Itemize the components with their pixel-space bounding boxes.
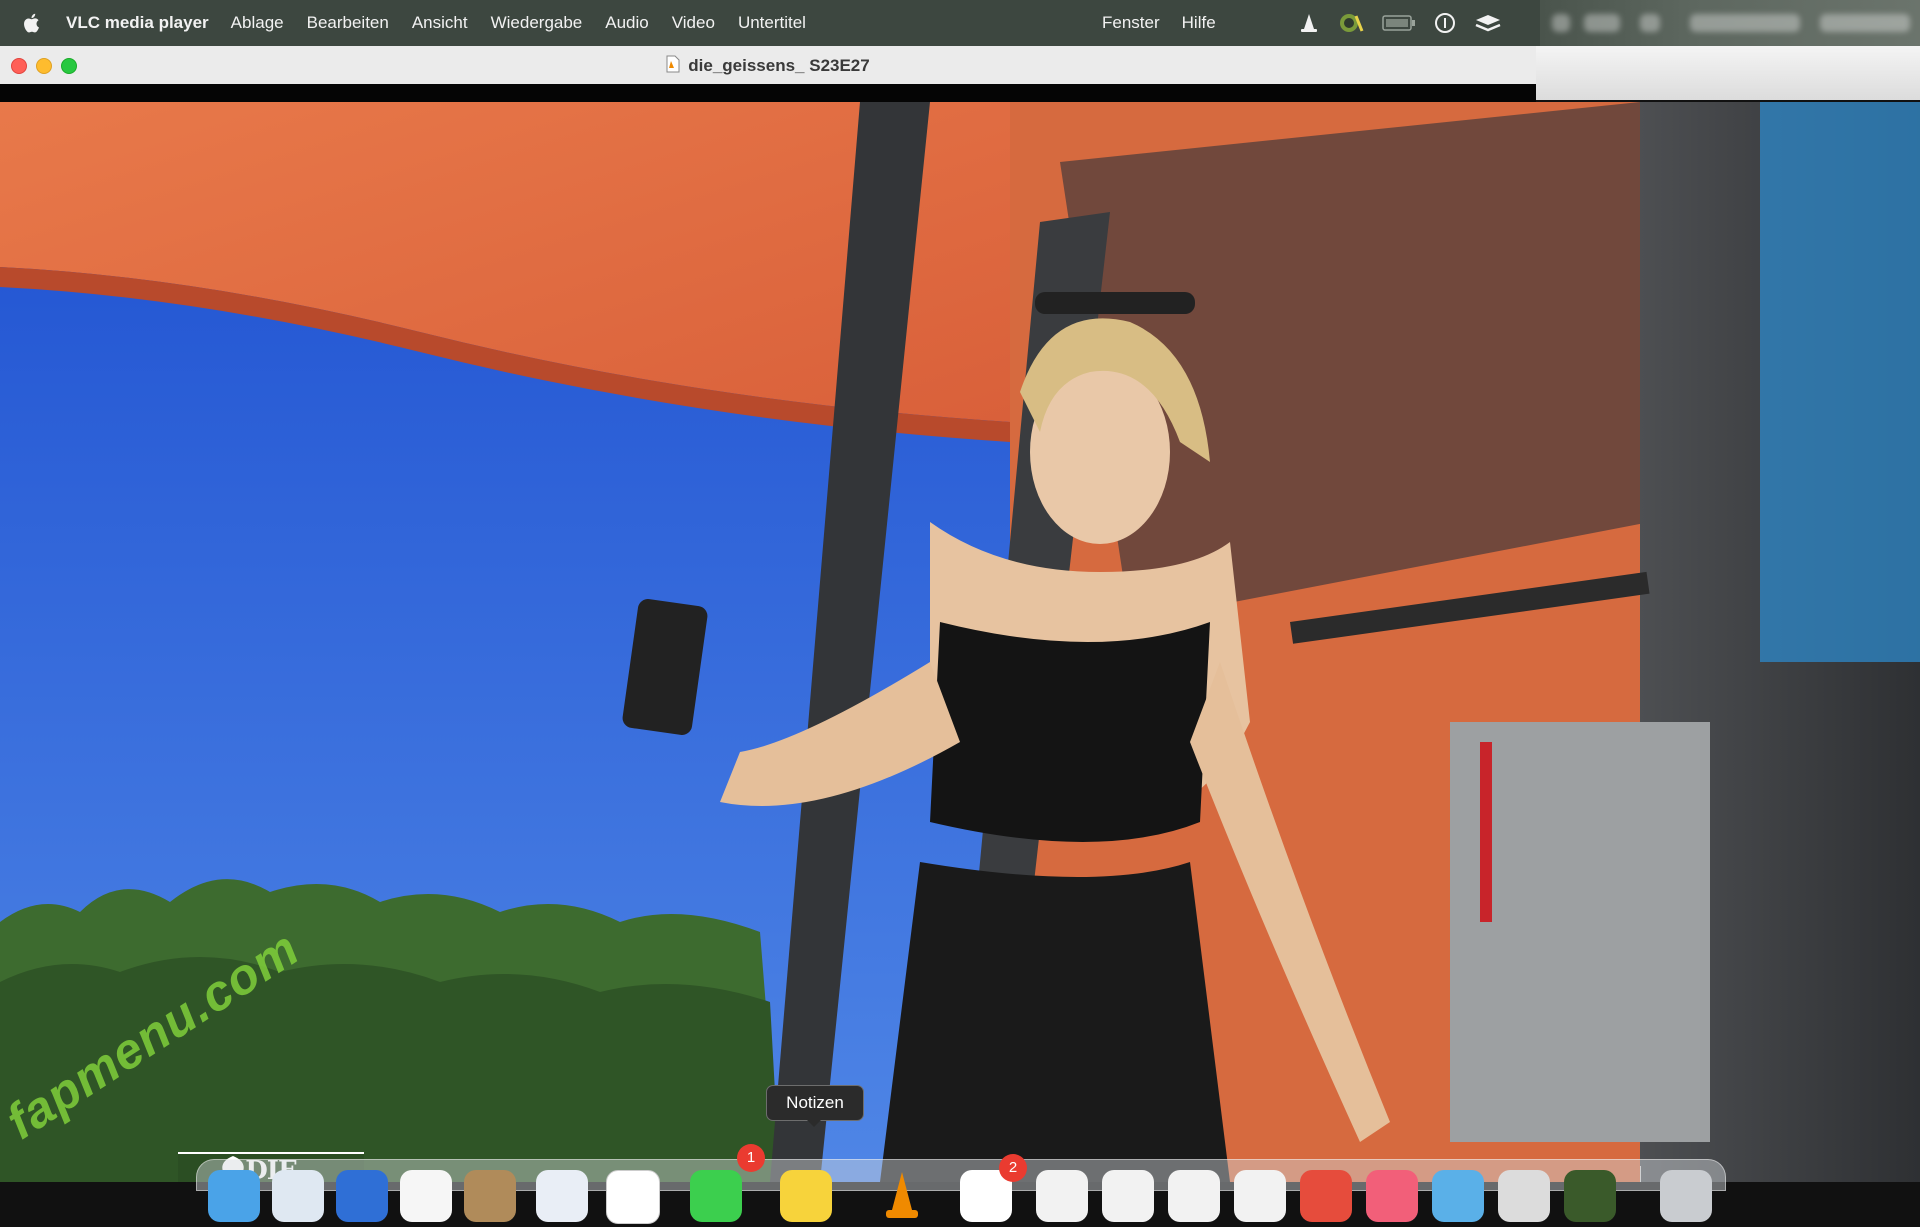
menu-app-name[interactable]: VLC media player	[66, 13, 209, 33]
calendar-badge: 2	[999, 1154, 1027, 1182]
app-icon[interactable]	[1498, 1170, 1550, 1222]
music-icon[interactable]	[1366, 1170, 1418, 1222]
contacts-icon[interactable]	[464, 1170, 516, 1222]
finder-icon[interactable]	[208, 1170, 260, 1222]
photos-icon[interactable]	[400, 1170, 452, 1222]
blurred-status-area	[1540, 0, 1920, 46]
app-icon[interactable]	[1168, 1170, 1220, 1222]
window-titlebar[interactable]: die_geissens_ S23E27	[0, 46, 1536, 85]
video-scene	[0, 102, 1920, 1182]
document-icon	[666, 55, 680, 78]
blurred-region	[1536, 46, 1920, 100]
apple-menu-icon[interactable]	[22, 12, 52, 34]
menu-hilfe[interactable]: Hilfe	[1182, 13, 1216, 33]
menu-bearbeiten[interactable]: Bearbeiten	[307, 13, 389, 33]
notes-icon[interactable]	[780, 1170, 832, 1222]
info-icon[interactable]	[1434, 12, 1456, 34]
menu-untertitel[interactable]: Untertitel	[738, 13, 806, 33]
app-icon[interactable]	[1234, 1170, 1286, 1222]
menu-audio[interactable]: Audio	[605, 13, 648, 33]
menu-ablage[interactable]: Ablage	[231, 13, 284, 33]
menu-ansicht[interactable]: Ansicht	[412, 13, 468, 33]
video-frame[interactable]: fapmenu.com DIE GEISSENS	[0, 102, 1920, 1182]
messages-badge: 1	[737, 1144, 765, 1172]
sync-icon[interactable]	[1338, 11, 1364, 35]
menu-wiedergabe[interactable]: Wiedergabe	[491, 13, 583, 33]
app-icon[interactable]	[1432, 1170, 1484, 1222]
vlc-cone-icon[interactable]	[1298, 12, 1320, 34]
letterbox-bar	[0, 84, 1536, 102]
window-title: die_geissens_ S23E27	[0, 55, 1536, 78]
dock-separator	[1640, 1166, 1641, 1182]
vlc-icon[interactable]	[876, 1170, 928, 1222]
menu-bar: VLC media player Ablage Bearbeiten Ansic…	[0, 0, 1920, 46]
chrome-icon[interactable]	[536, 1170, 588, 1222]
window-title-text: die_geissens_ S23E27	[688, 56, 870, 75]
stack-icon[interactable]	[1474, 12, 1502, 34]
mail-icon[interactable]	[336, 1170, 388, 1222]
tooltip-arrow	[806, 1119, 822, 1127]
app-store-icon[interactable]	[1300, 1170, 1352, 1222]
messages-icon[interactable]	[690, 1170, 742, 1222]
battery-icon[interactable]	[1382, 13, 1416, 33]
app-icon[interactable]	[1102, 1170, 1154, 1222]
safari-icon[interactable]	[272, 1170, 324, 1222]
menu-video[interactable]: Video	[672, 13, 715, 33]
app-icon[interactable]	[1564, 1170, 1616, 1222]
dock-tooltip: Notizen	[766, 1085, 864, 1121]
chatgpt-icon[interactable]	[606, 1170, 660, 1224]
app-icon[interactable]	[1036, 1170, 1088, 1222]
menu-fenster[interactable]: Fenster	[1102, 13, 1160, 33]
trash-icon[interactable]	[1660, 1170, 1712, 1222]
